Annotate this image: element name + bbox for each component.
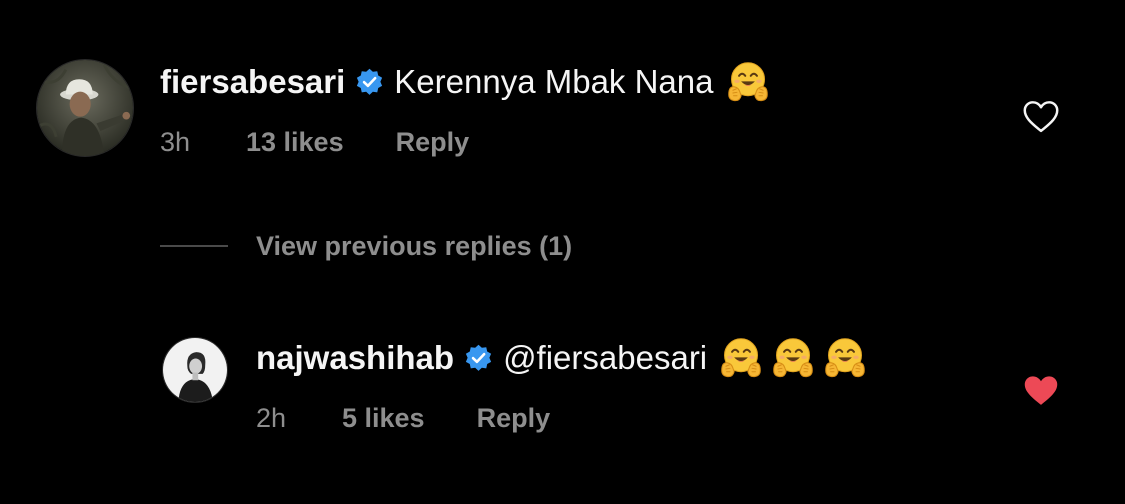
reply-thread-line bbox=[160, 245, 228, 247]
comment-line: najwashihab @fiersabesari bbox=[256, 334, 867, 382]
verified-badge-icon bbox=[464, 344, 493, 373]
reply-button[interactable]: Reply bbox=[477, 403, 551, 434]
reply-button[interactable]: Reply bbox=[396, 127, 470, 158]
comment-meta: 2h 5 likes Reply bbox=[256, 400, 550, 436]
like-heart-icon[interactable] bbox=[1022, 100, 1060, 134]
comment-line: fiersabesari Kerennya Mbak Nana bbox=[160, 58, 770, 106]
timestamp: 3h bbox=[160, 126, 191, 157]
avatar[interactable] bbox=[36, 59, 134, 157]
likes-count[interactable]: 13 likes bbox=[246, 127, 344, 158]
avatar-photo bbox=[37, 60, 133, 156]
hugging-face-emoji-icon bbox=[726, 60, 770, 104]
view-previous-replies[interactable]: View previous replies (1) bbox=[160, 226, 572, 266]
hugging-face-emoji-icon bbox=[823, 336, 867, 380]
likes-count[interactable]: 5 likes bbox=[342, 403, 425, 434]
verified-badge-icon bbox=[355, 68, 384, 97]
comment-meta: 3h 13 likes Reply bbox=[160, 124, 469, 160]
avatar-photo bbox=[163, 338, 227, 402]
username[interactable]: fiersabesari bbox=[160, 63, 345, 101]
liked-heart-icon[interactable] bbox=[1022, 374, 1060, 408]
hugging-face-emoji-icon bbox=[771, 336, 815, 380]
username[interactable]: najwashihab bbox=[256, 339, 454, 377]
timestamp: 2h bbox=[256, 402, 287, 433]
comment-text: Kerennya Mbak Nana bbox=[394, 63, 714, 100]
avatar[interactable] bbox=[162, 337, 228, 403]
view-previous-replies-label[interactable]: View previous replies (1) bbox=[256, 231, 572, 262]
hugging-face-emoji-icon bbox=[719, 336, 763, 380]
mention-link[interactable]: @fiersabesari bbox=[503, 339, 707, 377]
